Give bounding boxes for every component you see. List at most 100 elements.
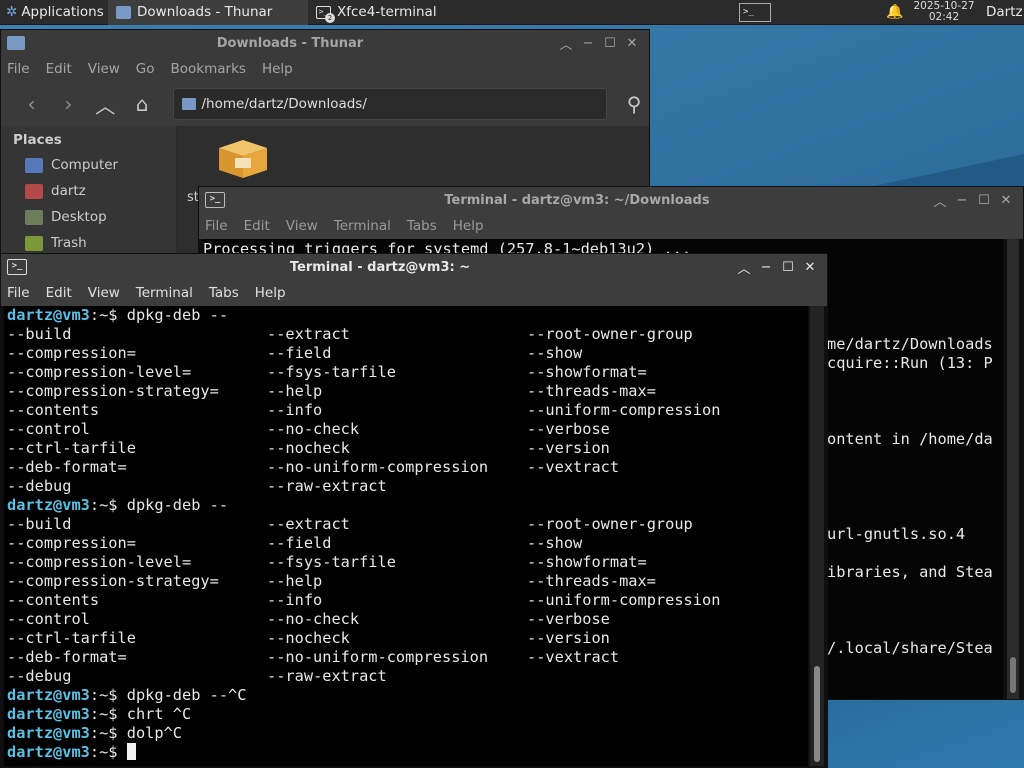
applications-menu[interactable]: ✲ Applications <box>0 0 108 25</box>
completion-option: --show <box>527 534 583 552</box>
completion-option: --vextract <box>527 458 620 476</box>
completion-row: --control --no-check --verbose <box>7 610 808 629</box>
forward-button[interactable]: › <box>50 89 87 119</box>
minimize-button[interactable]: − <box>755 260 777 275</box>
taskbar-item-thunar[interactable]: Downloads - Thunar <box>108 0 308 25</box>
sidebar-item-computer[interactable]: Computer <box>1 152 176 178</box>
shade-button[interactable]: ︿ <box>733 258 755 277</box>
minimize-button[interactable]: − <box>951 193 973 208</box>
terminal-scrollbar[interactable] <box>810 306 824 766</box>
workspace-switcher[interactable]: >_ <box>738 2 772 23</box>
completion-option: --version <box>527 439 610 457</box>
package-icon[interactable] <box>213 134 273 178</box>
menu-go[interactable]: Go <box>136 61 155 77</box>
clock-time: 02:42 <box>928 11 960 23</box>
menu-help[interactable]: Help <box>255 285 286 301</box>
completion-option: --no-check <box>267 420 360 438</box>
thunar-titlebar[interactable]: Downloads - Thunar ︿ − ☐ ✕ <box>1 30 649 56</box>
user-menu[interactable]: Dartz <box>980 0 1024 25</box>
menu-file[interactable]: File <box>7 61 30 77</box>
back-button[interactable]: ‹ <box>13 89 50 119</box>
maximize-button[interactable]: ☐ <box>777 260 799 275</box>
completion-option: --compression-strategy= <box>7 572 219 590</box>
command-text: dpkg-deb --^C <box>126 686 247 704</box>
terminal-window-home: >_ Terminal - dartz@vm3: ~ ︿ − ☐ ✕ File … <box>0 253 828 768</box>
home-button[interactable]: ⌂ <box>124 89 161 119</box>
prompt-line: dartz@vm3:~$ dpkg-deb -- <box>7 306 808 325</box>
window-title: Downloads - Thunar <box>216 35 364 51</box>
terminal-menubar: File Edit View Terminal Tabs Help <box>199 213 1023 239</box>
terminal-titlebar[interactable]: >_ Terminal - dartz@vm3: ~/Downloads ︿ −… <box>199 187 1023 213</box>
location-bar[interactable]: /home/dartz/Downloads/ <box>172 88 608 120</box>
prompt-suffix: :~$ <box>89 306 127 324</box>
completion-option: --showformat= <box>527 363 647 381</box>
menu-file[interactable]: File <box>7 285 30 301</box>
menu-tabs[interactable]: Tabs <box>209 285 239 301</box>
prompt-line: dartz@vm3:~$ <box>7 743 808 762</box>
clock[interactable]: 2025-10-27 02:42 <box>908 1 980 23</box>
chevron-left-icon: ‹ <box>27 92 36 116</box>
menu-view[interactable]: View <box>88 61 120 77</box>
menu-edit[interactable]: Edit <box>46 61 72 77</box>
terminal-output[interactable]: dartz@vm3:~$ dpkg-deb -- --build --extract… <box>4 306 808 766</box>
menu-help[interactable]: Help <box>262 61 293 77</box>
completion-row: --debug --raw-extract <box>7 667 808 686</box>
completion-option: --ctrl-tarfile <box>7 439 136 457</box>
menu-bookmarks[interactable]: Bookmarks <box>171 61 246 77</box>
completion-row: --control --no-check --verbose <box>7 420 808 439</box>
completion-option: --debug <box>7 667 72 685</box>
completion-row: --compression-level= --fsys-tarfile --show… <box>7 553 808 572</box>
completion-row: --ctrl-tarfile --nocheck --version <box>7 439 808 458</box>
menu-terminal[interactable]: Terminal <box>334 218 391 234</box>
completion-option: --nocheck <box>267 629 350 647</box>
terminal-icon: >_ <box>7 259 27 275</box>
completion-option: --debug <box>7 477 72 495</box>
completion-option: --no-uniform-compression <box>267 648 489 666</box>
taskbar-item-terminal[interactable]: >_ 2 Xfce4-terminal <box>308 0 508 25</box>
menu-view[interactable]: View <box>286 218 318 234</box>
menu-view[interactable]: View <box>88 285 120 301</box>
chevron-up-icon: ︿ <box>95 93 116 118</box>
close-button[interactable]: ✕ <box>621 36 643 51</box>
parent-folder-button[interactable]: ︿ <box>87 89 124 119</box>
menu-help[interactable]: Help <box>453 218 484 234</box>
maximize-button[interactable]: ☐ <box>599 36 621 51</box>
close-button[interactable]: ✕ <box>995 193 1017 208</box>
trash-icon <box>25 235 43 251</box>
prompt-user: dartz@vm3 <box>7 743 90 761</box>
completion-option: --verbose <box>527 610 610 628</box>
completion-row: --deb-format= --no-uniform-compression --v… <box>7 458 808 477</box>
prompt-user: dartz@vm3 <box>7 306 90 324</box>
completion-option: --compression= <box>7 344 136 362</box>
thunar-menubar: File Edit View Go Bookmarks Help <box>1 56 649 82</box>
folder-icon <box>181 98 196 110</box>
menu-terminal[interactable]: Terminal <box>136 285 193 301</box>
minimize-button[interactable]: − <box>577 36 599 51</box>
sidebar-item-home[interactable]: dartz <box>1 178 176 204</box>
terminal-titlebar[interactable]: >_ Terminal - dartz@vm3: ~ ︿ − ☐ ✕ <box>1 254 827 280</box>
search-button[interactable]: ⚲ <box>619 92 649 116</box>
terminal-line: ontent in /home/da <box>827 430 993 448</box>
notification-bell-icon[interactable]: 🔔 <box>882 4 908 20</box>
shade-button[interactable]: ︿ <box>929 191 951 210</box>
terminal-line: url-gnutls.so.4 <box>827 525 966 543</box>
completion-option: --verbose <box>527 420 610 438</box>
sidebar-item-label: Trash <box>51 235 87 251</box>
thunar-toolbar: ‹ › ︿ ⌂ /home/dartz/Downloads/ ⚲ <box>1 82 649 126</box>
terminal-icon: >_ 2 <box>316 5 335 23</box>
completion-option: --no-uniform-compression <box>267 458 489 476</box>
close-button[interactable]: ✕ <box>799 260 821 275</box>
prompt-user: dartz@vm3 <box>7 724 90 742</box>
menu-edit[interactable]: Edit <box>46 285 72 301</box>
command-text: dpkg-deb -- <box>126 306 229 324</box>
prompt-suffix: :~$ <box>89 705 127 723</box>
maximize-button[interactable]: ☐ <box>973 193 995 208</box>
places-sidebar: Places Computer dartz Desktop Trash <box>1 126 177 256</box>
menu-file[interactable]: File <box>205 218 228 234</box>
terminal-scrollbar[interactable] <box>1007 239 1019 699</box>
terminal-line: cquire::Run (13: P <box>827 354 993 372</box>
menu-edit[interactable]: Edit <box>244 218 270 234</box>
menu-tabs[interactable]: Tabs <box>407 218 437 234</box>
sidebar-item-desktop[interactable]: Desktop <box>1 204 176 230</box>
shade-button[interactable]: ︿ <box>555 34 577 53</box>
